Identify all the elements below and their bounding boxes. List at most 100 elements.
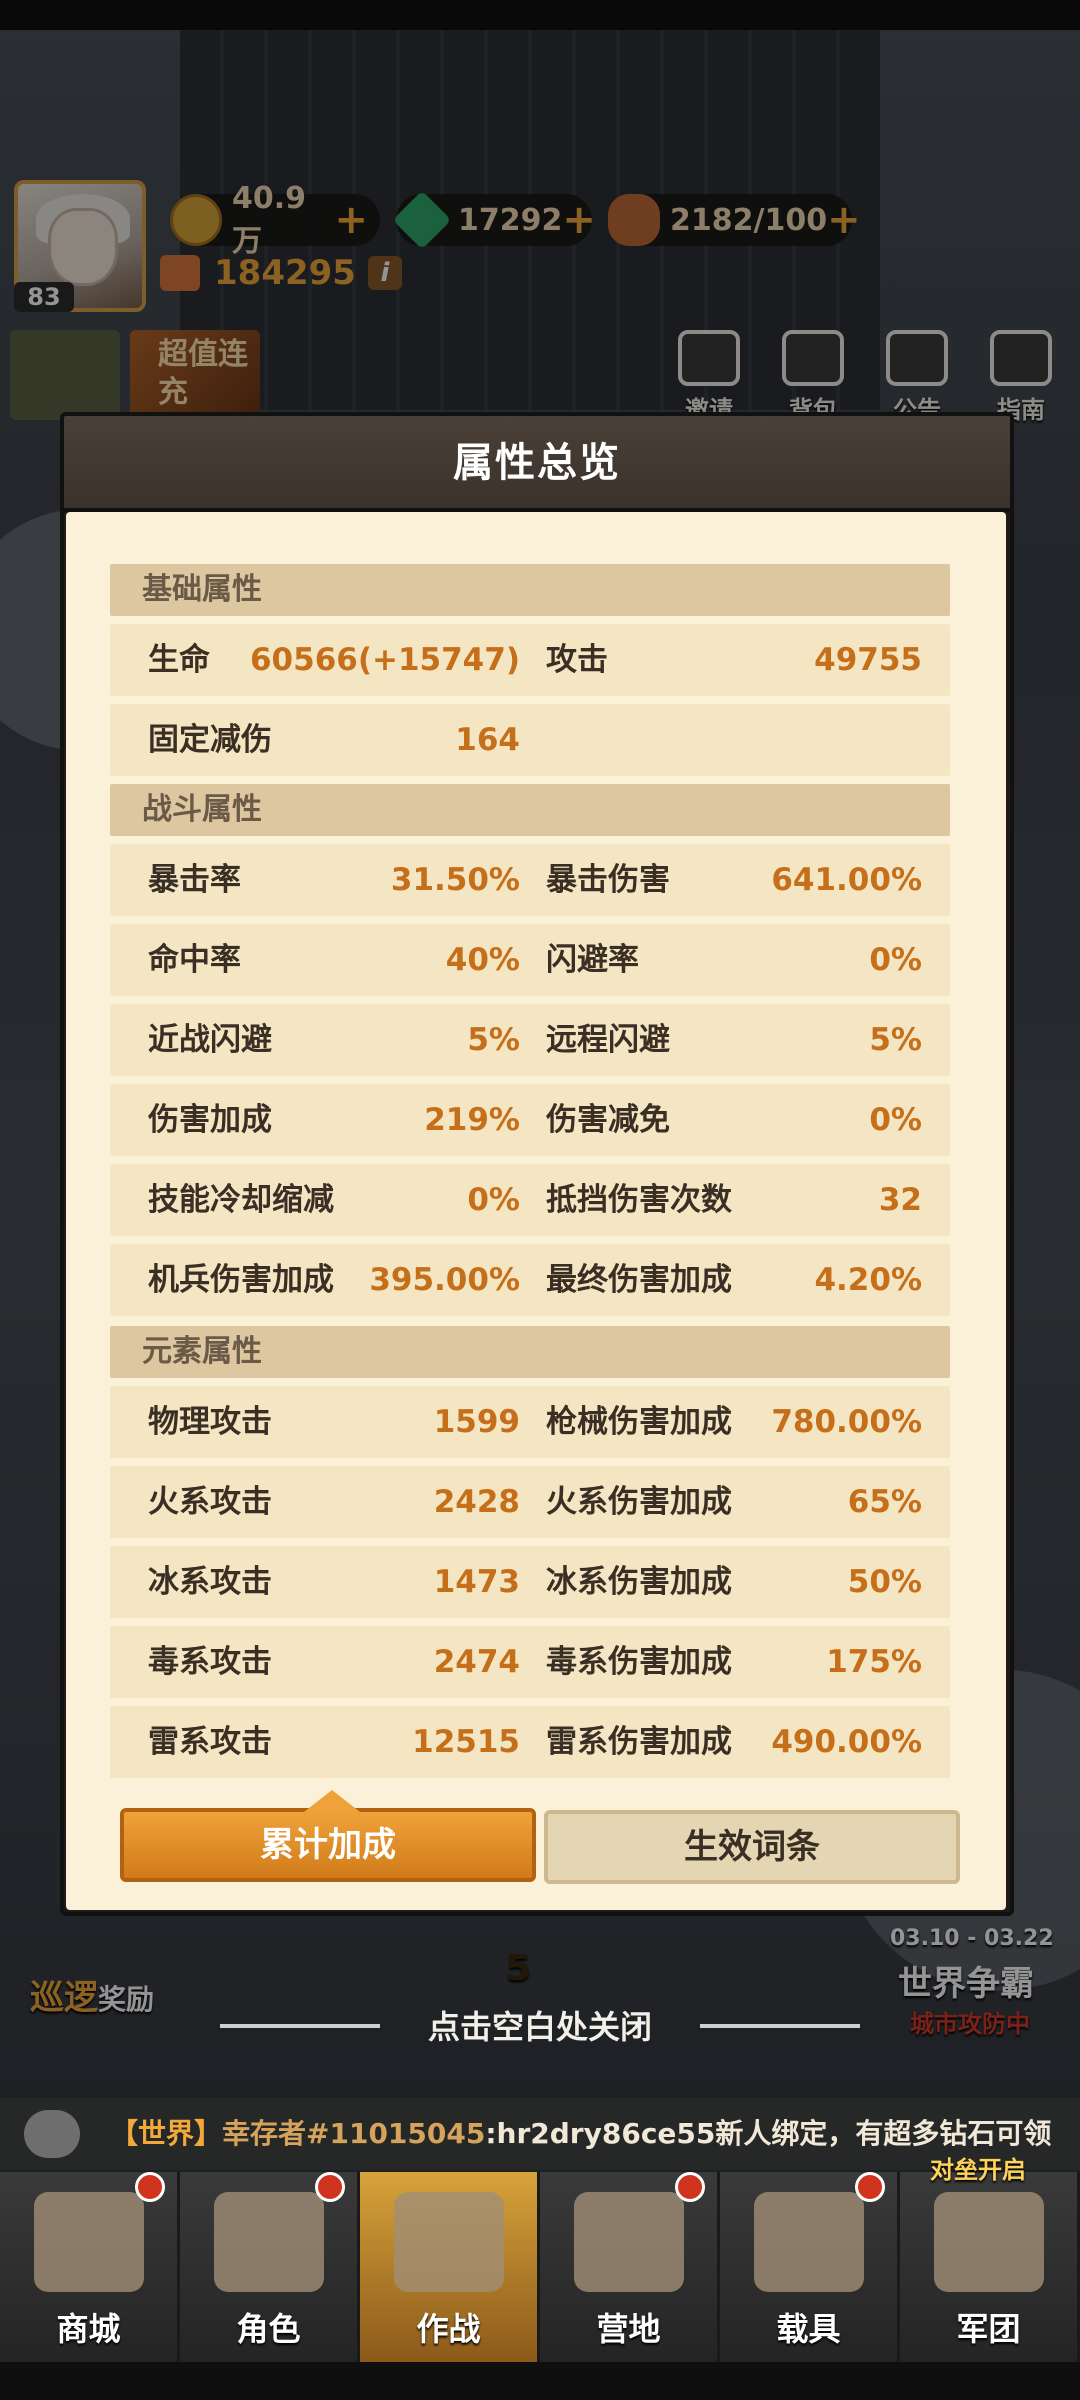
- dialog-title: 属性总览: [453, 440, 621, 486]
- bottom-nav: 商城 角色 作战 营地 载具 军团: [0, 2172, 1080, 2362]
- stat-label: 火系伤害加成: [546, 1484, 732, 1520]
- stat-value: 49755: [814, 642, 922, 678]
- stat-label: 固定减伤: [148, 722, 272, 758]
- stat-value: 5%: [467, 1022, 520, 1058]
- stat-label: 火系攻击: [148, 1484, 272, 1520]
- nav-camp[interactable]: 营地: [540, 2172, 720, 2362]
- stat-row: 近战闪避 5% 远程闪避 5%: [110, 1004, 950, 1076]
- section-basic: 基础属性: [110, 564, 950, 616]
- nav-vehicle-label: 载具: [776, 2310, 841, 2348]
- stat-value: 0%: [869, 1102, 922, 1138]
- vehicle-icon: [753, 2192, 864, 2292]
- chat-sender: 幸存者#11015045: [222, 2117, 486, 2150]
- nav-legion-label: 军团: [956, 2310, 1021, 2348]
- stat-value: 175%: [826, 1644, 922, 1680]
- stat-row: 雷系攻击 12515 雷系伤害加成 490.00%: [110, 1706, 950, 1778]
- notification-dot: [675, 2172, 705, 2202]
- chat-text: :hr2dry86ce55新人绑定，有超多钻石可领: [485, 2117, 1052, 2150]
- chat-message: 【世界】幸存者#11015045:hr2dry86ce55新人绑定，有超多钻石可…: [110, 2098, 1051, 2170]
- stat-value: 5%: [869, 1022, 922, 1058]
- notification-dot: [855, 2172, 885, 2202]
- stat-label: 抵挡伤害次数: [546, 1182, 732, 1218]
- pvp-open-badge: 对垒开启: [930, 2156, 1026, 2184]
- stat-value: 12515: [412, 1724, 520, 1760]
- stat-value: 219%: [424, 1102, 520, 1138]
- stat-label: 毒系攻击: [148, 1644, 272, 1680]
- notification-dot: [135, 2172, 165, 2202]
- stat-label: 攻击: [546, 642, 608, 678]
- stat-label: 技能冷却缩减: [148, 1182, 334, 1218]
- nav-vehicle[interactable]: 载具: [720, 2172, 900, 2362]
- stat-label: 雷系伤害加成: [546, 1724, 732, 1760]
- stat-row: 机兵伤害加成 395.00% 最终伤害加成 4.20%: [110, 1244, 950, 1316]
- character-icon: [213, 2192, 324, 2292]
- nav-shop-label: 商城: [56, 2310, 121, 2348]
- system-nav-bar: [0, 2362, 1080, 2400]
- stat-label: 暴击率: [148, 862, 241, 898]
- stat-row: 火系攻击 2428 火系伤害加成 65%: [110, 1466, 950, 1538]
- chat-bubble-icon[interactable]: [24, 2110, 80, 2158]
- stat-label: 冰系伤害加成: [546, 1564, 732, 1600]
- close-hint[interactable]: 点击空白处关闭: [0, 2002, 1080, 2048]
- stat-value: 395.00%: [369, 1262, 520, 1298]
- nav-legion[interactable]: 军团: [900, 2172, 1080, 2362]
- tent-icon: [573, 2192, 684, 2292]
- stat-label: 远程闪避: [546, 1022, 670, 1058]
- stat-value: 0%: [869, 942, 922, 978]
- chat-channel: 【世界】: [110, 2117, 223, 2150]
- stat-row: 命中率 40% 闪避率 0%: [110, 924, 950, 996]
- stat-value: 2428: [433, 1484, 520, 1520]
- stat-label: 机兵伤害加成: [148, 1262, 334, 1298]
- stat-row: 技能冷却缩减 0% 抵挡伤害次数 32: [110, 1164, 950, 1236]
- stat-value: 1599: [433, 1404, 520, 1440]
- stat-value: 60566(+15747): [249, 642, 520, 678]
- stat-value: 641.00%: [771, 862, 922, 898]
- nav-shop[interactable]: 商城: [0, 2172, 180, 2362]
- stat-label: 物理攻击: [148, 1404, 272, 1440]
- stat-value: 40%: [445, 942, 520, 978]
- nav-character[interactable]: 角色: [180, 2172, 360, 2362]
- stat-value: 50%: [847, 1564, 922, 1600]
- nav-battle[interactable]: 作战: [360, 2172, 540, 2362]
- stat-value: 31.50%: [390, 862, 520, 898]
- stat-label: 冰系攻击: [148, 1564, 272, 1600]
- nav-battle-label: 作战: [416, 2310, 481, 2348]
- stat-label: 闪避率: [546, 942, 639, 978]
- legion-shield-icon: [933, 2192, 1044, 2292]
- stat-row: 毒系攻击 2474 毒系伤害加成 175%: [110, 1626, 950, 1698]
- stat-row: 物理攻击 1599 枪械伤害加成 780.00%: [110, 1386, 950, 1458]
- stat-row: 固定减伤 164: [110, 704, 950, 776]
- stat-value: 490.00%: [771, 1724, 922, 1760]
- nav-character-label: 角色: [236, 2310, 301, 2348]
- stat-label: 近战闪避: [148, 1022, 272, 1058]
- crossed-guns-icon: [393, 2192, 504, 2292]
- world-chat-bar[interactable]: 【世界】幸存者#11015045:hr2dry86ce55新人绑定，有超多钻石可…: [0, 2098, 1080, 2170]
- stat-label: 最终伤害加成: [546, 1262, 732, 1298]
- tab-active-entries[interactable]: 生效词条: [544, 1810, 960, 1884]
- stat-label: 枪械伤害加成: [546, 1404, 732, 1440]
- notification-dot: [315, 2172, 345, 2202]
- stat-value: 2474: [433, 1644, 520, 1680]
- stat-row: 伤害加成 219% 伤害减免 0%: [110, 1084, 950, 1156]
- stat-label: 毒系伤害加成: [546, 1644, 732, 1680]
- stat-value: 65%: [847, 1484, 922, 1520]
- stat-label: 伤害加成: [148, 1102, 272, 1138]
- stat-value: 780.00%: [771, 1404, 922, 1440]
- stat-value: 0%: [467, 1182, 520, 1218]
- stat-label: 命中率: [148, 942, 241, 978]
- stat-value: 164: [455, 722, 520, 758]
- section-element: 元素属性: [110, 1326, 950, 1378]
- stat-label: 伤害减免: [546, 1102, 670, 1138]
- stat-value: 32: [878, 1182, 922, 1218]
- nav-camp-label: 营地: [596, 2310, 661, 2348]
- shopping-cart-icon: [33, 2192, 144, 2292]
- stat-value: 1473: [433, 1564, 520, 1600]
- stat-row: 冰系攻击 1473 冰系伤害加成 50%: [110, 1546, 950, 1618]
- stat-label: 暴击伤害: [546, 862, 670, 898]
- stat-row: 暴击率 31.50% 暴击伤害 641.00%: [110, 844, 950, 916]
- stat-value: 4.20%: [814, 1262, 922, 1298]
- stat-row: 生命 60566(+15747) 攻击 49755: [110, 624, 950, 696]
- stat-label: 生命: [148, 642, 210, 678]
- stat-label: 雷系攻击: [148, 1724, 272, 1760]
- tab-cumulative-bonus[interactable]: 累计加成: [120, 1790, 536, 1882]
